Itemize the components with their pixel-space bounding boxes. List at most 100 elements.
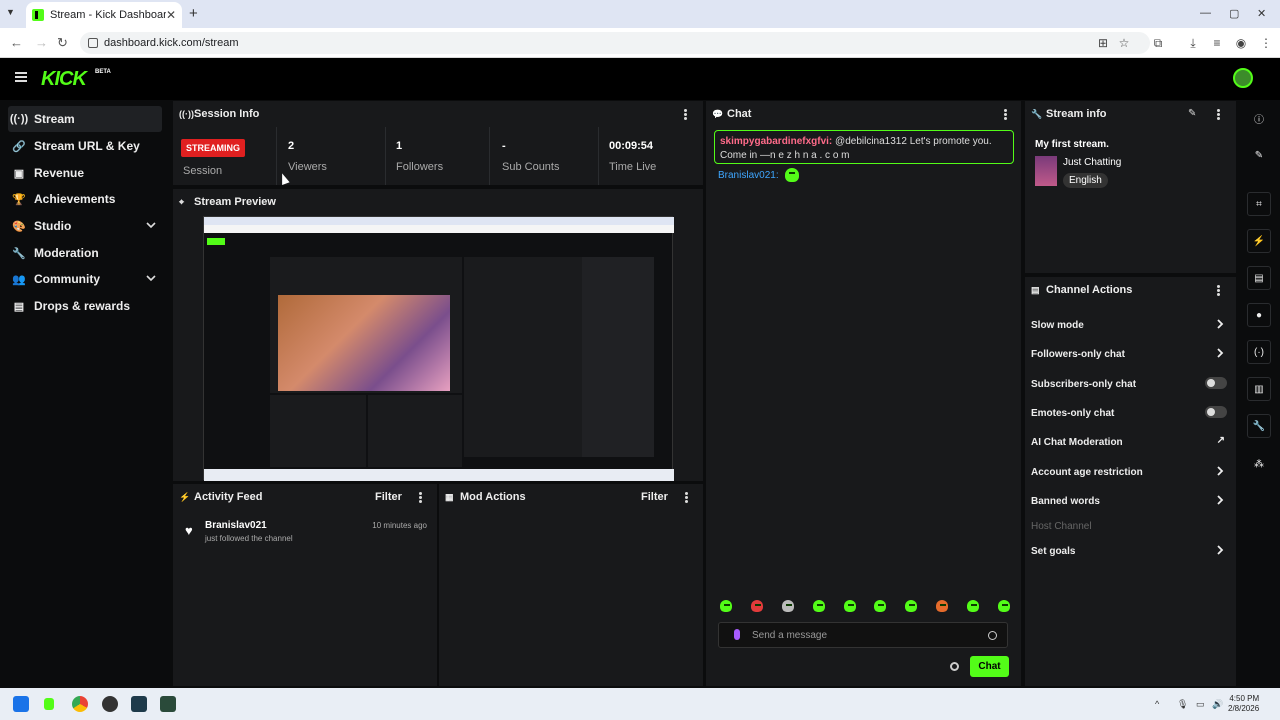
emotes-only-toggle[interactable] — [1205, 406, 1227, 418]
tab-search-icon[interactable]: ▼ — [6, 7, 15, 17]
edit-pencil-icon[interactable]: ✎ — [1188, 108, 1196, 119]
sidebar-item-achievements[interactable]: 🏆 Achievements — [8, 186, 162, 212]
obs-icon[interactable] — [102, 696, 118, 712]
chat-input[interactable]: Send a message — [718, 622, 1008, 648]
chevron-right-icon[interactable] — [1215, 347, 1225, 359]
tab-close-icon[interactable]: ✕ — [166, 8, 176, 22]
chevron-right-icon[interactable] — [1215, 465, 1225, 477]
banned-words-row[interactable]: Banned words — [1031, 491, 1227, 511]
mod-filter-button[interactable]: Filter — [641, 491, 668, 503]
sidebar-item-drops-rewards[interactable]: ▤ Drops & rewards — [8, 293, 162, 319]
chrome-icon[interactable] — [72, 696, 88, 712]
wrench-icon[interactable]: 🔧 — [1247, 414, 1271, 438]
chat-send-button[interactable]: Chat — [970, 656, 1009, 677]
browser-tab[interactable]: Stream - Kick Dashboard ✕ — [26, 2, 182, 28]
sidebar-item-community[interactable]: 👥 Community — [8, 266, 162, 292]
emote-icon[interactable] — [781, 600, 794, 612]
kick-app-icon[interactable] — [44, 698, 54, 710]
mod-actions-menu-icon[interactable] — [685, 492, 688, 503]
emote-icon[interactable] — [720, 600, 732, 612]
emote-icon[interactable] — [812, 600, 825, 612]
tray-chevron-icon[interactable]: ^ — [1155, 699, 1159, 709]
chat-menu-icon[interactable] — [1004, 109, 1007, 120]
apps-icon[interactable]: ⁂ — [1247, 452, 1271, 476]
windows-start-icon[interactable] — [13, 696, 29, 712]
sidebar-item-studio[interactable]: 🎨 Studio — [8, 213, 162, 239]
new-tab-button[interactable]: + — [189, 5, 198, 22]
game-icon[interactable] — [131, 696, 147, 712]
volume-icon[interactable]: 🔊 — [1212, 699, 1223, 710]
stat-label: Viewers — [288, 161, 327, 173]
back-icon[interactable]: ← — [10, 35, 23, 50]
kick-logo[interactable]: KICK BETA — [41, 68, 111, 91]
chat-message[interactable]: skimpygabardinefxgfvi: @debilcina1312 Le… — [714, 130, 1014, 164]
chevron-right-icon[interactable] — [1215, 318, 1225, 330]
emote-icon[interactable] — [997, 600, 1010, 612]
reload-icon[interactable]: ↻ — [57, 35, 68, 51]
edit-pencil-icon[interactable]: ✎ — [1247, 143, 1271, 167]
emote-icon[interactable] — [936, 600, 949, 612]
chat-settings-gear-icon[interactable] — [950, 662, 959, 671]
ai-chat-moderation-row[interactable]: AI Chat Moderation ↗ — [1031, 432, 1227, 452]
site-info-icon[interactable] — [88, 38, 98, 48]
game-launcher-icon[interactable] — [160, 696, 176, 712]
hamburger-menu-icon[interactable] — [15, 72, 27, 82]
followers-only-chat-row[interactable]: Followers-only chat — [1031, 344, 1227, 364]
network-icon[interactable]: ▭ — [1196, 699, 1205, 710]
account-age-restriction-row[interactable]: Account age restriction — [1031, 462, 1227, 482]
chat-username[interactable]: Branislav021: — [718, 170, 779, 181]
session-menu-icon[interactable] — [684, 109, 687, 120]
info-icon[interactable]: ⓘ — [1247, 106, 1271, 130]
downloads-icon[interactable]: ⤓ — [1186, 36, 1200, 50]
emote-icon[interactable] — [843, 600, 856, 612]
clip-icon[interactable]: ⌗ — [1247, 192, 1271, 216]
emoji-picker-icon[interactable] — [988, 631, 997, 640]
chat-username[interactable]: skimpygabardinefxgfvi: — [720, 136, 832, 147]
extensions-icon[interactable]: ⧉ — [1151, 36, 1165, 50]
category-name[interactable]: Just Chatting — [1063, 157, 1121, 168]
sidebar-item-moderation[interactable]: 🔧 Moderation — [8, 240, 162, 266]
user-avatar[interactable] — [1233, 68, 1253, 88]
activity-filter-button[interactable]: Filter — [375, 491, 402, 503]
browser-menu-icon[interactable]: ⋮ — [1259, 36, 1273, 50]
sidebar-item-stream[interactable]: ((·)) Stream — [8, 106, 162, 132]
chat-message[interactable]: Branislav021: — [718, 168, 799, 182]
close-window-button[interactable]: ✕ — [1257, 7, 1266, 20]
chevron-down-icon[interactable] — [146, 273, 156, 283]
chevron-right-icon[interactable] — [1215, 494, 1225, 506]
sidebar-item-stream-url-key[interactable]: 🔗 Stream URL & Key — [8, 133, 162, 159]
microphone-tray-icon[interactable]: 🎙 — [1177, 699, 1188, 710]
profile-icon[interactable]: ◉ — [1234, 36, 1248, 50]
lightning-icon[interactable]: ⚡ — [1247, 229, 1271, 253]
emote-icon[interactable] — [874, 600, 887, 612]
layout-icon[interactable]: ▥ — [1247, 377, 1271, 401]
emote-icon[interactable] — [750, 600, 763, 612]
bookmark-star-icon[interactable]: ☆ — [1117, 36, 1131, 50]
activity-user[interactable]: Branislav021 — [205, 520, 267, 531]
translate-icon[interactable]: ⊞ — [1096, 36, 1110, 50]
broadcast-icon[interactable]: (·) — [1247, 340, 1271, 364]
maximize-button[interactable]: ▢ — [1229, 7, 1239, 20]
stream-info-menu-icon[interactable] — [1217, 109, 1220, 120]
reading-list-icon[interactable]: ≡ — [1210, 36, 1224, 50]
document-icon[interactable]: ▤ — [1247, 266, 1271, 290]
stream-preview-video[interactable] — [203, 216, 674, 481]
sidebar-item-revenue[interactable]: ▣ Revenue — [8, 160, 162, 186]
forward-icon[interactable]: → — [35, 35, 48, 50]
microphone-icon[interactable] — [734, 629, 740, 640]
subscribers-only-toggle[interactable] — [1205, 377, 1227, 389]
minimize-button[interactable]: — — [1200, 7, 1211, 19]
set-goals-row[interactable]: Set goals — [1031, 541, 1227, 561]
url-field[interactable]: dashboard.kick.com/stream — [80, 32, 1150, 54]
taskbar-clock[interactable]: 4:50 PM 2/8/2026 — [1228, 694, 1259, 714]
chevron-right-icon[interactable] — [1215, 544, 1225, 556]
emote-icon[interactable] — [967, 600, 979, 612]
category-thumbnail[interactable] — [1035, 156, 1057, 186]
slow-mode-row[interactable]: Slow mode — [1031, 315, 1227, 335]
activity-menu-icon[interactable] — [419, 492, 422, 503]
chevron-down-icon[interactable] — [146, 220, 156, 230]
channel-actions-menu-icon[interactable] — [1217, 285, 1220, 296]
chat-bubble-icon[interactable]: ● — [1247, 303, 1271, 327]
external-link-icon[interactable]: ↗ — [1217, 435, 1225, 446]
emote-icon[interactable] — [905, 600, 918, 612]
